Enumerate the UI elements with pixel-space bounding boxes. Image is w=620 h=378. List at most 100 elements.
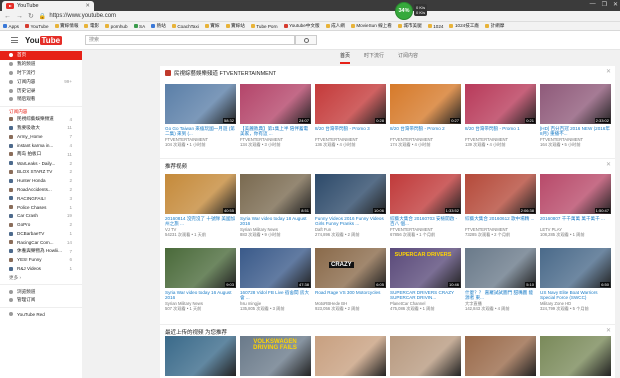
video-card[interactable]: 10:46 SUPERCAR DRIVERS SUPERCAR DRIVERS CR… xyxy=(390,248,461,311)
video-card[interactable]: 10:06 Funny Videos 2016 Funny Videos Girl… xyxy=(315,174,386,237)
video-thumbnail[interactable]: 6:05 CRAZY xyxy=(315,248,386,288)
search-input[interactable]: 搜索 xyxy=(85,35,295,45)
video-title[interactable]: Funny Videos 2016 Funny Videos Girls Fun… xyxy=(315,216,386,227)
bookmark-item[interactable]: 電影 xyxy=(84,23,99,29)
dismiss-section-icon[interactable]: ✕ xyxy=(606,161,611,168)
video-card[interactable]: 58:32 Go Go Taiwan 來瘋玩國一月遊 (第二集) 來到 (... F… xyxy=(165,84,236,147)
back-icon[interactable]: ← xyxy=(4,13,11,20)
url-field[interactable]: 🔒 https://www.youtube.com xyxy=(39,12,439,20)
youtube-red-item[interactable]: YouTube Red xyxy=(0,310,82,319)
video-thumbnail[interactable]: 9:03 xyxy=(165,248,236,288)
subscription-item[interactable]: RACINGFAIL! 3 xyxy=(0,194,82,203)
sidebar-item[interactable]: 我的频道 xyxy=(0,60,82,69)
video-title[interactable]: 160728 Vidol FB Live 宿舍間 房大會 ... xyxy=(240,290,311,301)
close-window-button[interactable]: ✕ xyxy=(613,1,618,8)
sidebar-item[interactable]: 首页 xyxy=(0,51,82,60)
sidebar-more-link[interactable]: 更多 › xyxy=(0,273,82,282)
bookmark-item[interactable]: SA xyxy=(133,24,145,29)
video-card[interactable]: 1:33:52 綜藝大集合 20160703 安檢開啟 - 百八 個... FTVE… xyxy=(390,174,461,237)
video-title[interactable]: US Navy Elite Boat Warriors Special Forc… xyxy=(540,290,611,301)
forward-icon[interactable]: → xyxy=(16,13,23,20)
subscription-item[interactable]: DCBarbaeTV 1 xyxy=(0,229,82,238)
video-title[interactable]: 【美麗教典】第1集上半 陪伴蓄電美家，你有這 ... xyxy=(240,126,311,137)
video-thumbnail[interactable]: 6:50 xyxy=(540,248,611,288)
video-thumbnail[interactable] xyxy=(465,336,536,376)
video-title[interactable]: 20160807 千千萬萬 萬千萬千 ... xyxy=(540,216,611,227)
video-thumbnail[interactable]: 0:27 xyxy=(390,84,461,124)
feed-tab[interactable]: 订阅内容 xyxy=(398,52,418,64)
video-title[interactable]: 綜藝大集合 20160703 安檢開啟 - 百八 個... xyxy=(390,216,461,227)
subscription-item[interactable]: 休養與樂物為 Howlii... 7 xyxy=(0,247,82,256)
bookmark-item[interactable]: 實嫁 xyxy=(204,23,220,29)
video-card[interactable]: 0:28 8/20 台灣带閃狼 - Promo 3 FTVENTERTAINMENT… xyxy=(315,84,386,147)
menu-icon[interactable] xyxy=(11,37,18,43)
video-thumbnail[interactable]: 0:28 xyxy=(315,84,386,124)
video-card[interactable]: 0:27 8/20 台灣带閃狼 - Promo 2 FTVENTERTAINMENT… xyxy=(390,84,461,147)
sidebar-item[interactable]: 时下流行 xyxy=(0,69,82,78)
subscription-item[interactable]: WarLeaks - Daily... 2 xyxy=(0,159,82,168)
video-thumbnail[interactable]: 8:51 xyxy=(240,174,311,214)
subscription-item[interactable]: Car Crash 19 xyxy=(0,212,82,221)
video-title[interactable]: 20160814 沒完沒了 十號隊 美國加州之旅 ... xyxy=(165,216,236,227)
video-title[interactable]: Road Rage VS 300 Motorcycles xyxy=(315,290,386,301)
video-thumbnail[interactable]: 58:32 xyxy=(165,84,236,124)
video-card[interactable]: 0:21 8/20 台灣带閃狼 - Promo 1 FTVENTERTAINMENT… xyxy=(465,84,536,147)
video-card[interactable]: 6:05 CRAZY Road Rage VS 300 Motorcycles Mot… xyxy=(315,248,386,311)
video-thumbnail[interactable]: 10:46 SUPERCAR DRIVERS xyxy=(390,248,461,288)
feed-tab[interactable]: 首页 xyxy=(340,52,351,64)
subscription-item[interactable]: 民視綜藝娛樂頻道 4 xyxy=(0,115,82,124)
sidebar-item[interactable]: 管理订阅 xyxy=(0,296,82,305)
browser-tab[interactable]: YouTube ✕ xyxy=(2,1,94,11)
video-card[interactable]: VOLKSWAGEN DRIVING FAILS xyxy=(240,336,311,376)
video-thumbnail[interactable]: 2:06:38 xyxy=(465,174,536,214)
bookmark-item[interactable]: YouTube xyxy=(24,24,49,29)
bookmark-item[interactable]: 熱站 xyxy=(151,23,166,29)
video-thumbnail[interactable]: 5:10 xyxy=(465,248,536,288)
video-card[interactable] xyxy=(540,336,611,376)
subscription-item[interactable]: GoPro 2 xyxy=(0,220,82,229)
video-thumbnail[interactable]: 40:55 xyxy=(165,174,236,214)
subscription-item[interactable]: Hunter Honda 2 xyxy=(0,176,82,185)
video-thumbnail[interactable]: 1:33:52 xyxy=(390,174,461,214)
bookmark-item[interactable]: 1024 xyxy=(427,24,443,29)
bookmark-item[interactable]: 1024技工廠 xyxy=(449,23,479,29)
reload-icon[interactable]: ↻ xyxy=(28,12,34,20)
bookmark-item[interactable]: MovieSun 線上看 xyxy=(350,23,392,29)
subscription-item[interactable]: instant karma in... 4 xyxy=(0,141,82,150)
subscription-item[interactable]: Army_Home 7 xyxy=(0,132,82,141)
sidebar-item[interactable]: 历史记录 xyxy=(0,86,82,95)
video-thumbnail[interactable]: 24:07 xyxy=(240,84,311,124)
feed-tab[interactable]: 时下流行 xyxy=(364,52,384,64)
close-tab-icon[interactable]: ✕ xyxy=(85,3,90,9)
video-card[interactable]: 24:07 【美麗教典】第1集上半 陪伴蓄電美家，你有這 ... FTVENTERT… xyxy=(240,84,311,147)
sidebar-item[interactable]: 稍后观看 xyxy=(0,95,82,104)
dismiss-section-icon[interactable]: ✕ xyxy=(606,327,611,334)
bookmark-item[interactable]: Apps xyxy=(3,24,19,29)
bookmark-item[interactable]: 實嫁情報 xyxy=(54,23,78,29)
subscription-item[interactable]: RacingCar Com... 14 xyxy=(0,238,82,247)
video-thumbnail[interactable]: 0:21 xyxy=(465,84,536,124)
subscription-item[interactable]: 两岛 拍板口 11 xyxy=(0,150,82,159)
video-thumbnail[interactable]: 10:06 xyxy=(315,174,386,214)
video-card[interactable]: 6:50 US Navy Elite Boat Warriors Special … xyxy=(540,248,611,311)
video-thumbnail[interactable] xyxy=(390,336,461,376)
video-title[interactable]: 8/20 台灣带閃狼 - Promo 1 xyxy=(465,126,536,137)
video-card[interactable] xyxy=(165,336,236,376)
video-thumbnail[interactable]: 1:50:47 xyxy=(540,174,611,214)
bookmark-item[interactable]: 成人網 xyxy=(325,23,345,29)
video-title[interactable]: 8/20 台灣带閃狼 - Promo 2 xyxy=(390,126,461,137)
video-title[interactable]: 綜藝大集合 20160612 歌中場精 ... xyxy=(465,216,536,227)
minimize-button[interactable]: — xyxy=(590,1,596,8)
search-button[interactable] xyxy=(295,35,317,45)
youtube-logo[interactable]: You Tube xyxy=(25,35,62,45)
subscription-item[interactable]: 我要吸收大 11 xyxy=(0,124,82,133)
sidebar-item[interactable]: 浏览频道 xyxy=(0,287,82,296)
video-card[interactable]: 1:50:47 20160807 千千萬萬 萬千萬千 ... LETV PLAY 10… xyxy=(540,174,611,237)
video-title[interactable]: Go Go Taiwan 來瘋玩國一月遊 (第二集) 來到 (... xyxy=(165,126,236,137)
maximize-button[interactable]: ❐ xyxy=(602,1,607,8)
video-title[interactable]: [HD] 百分百冠 2016 NEW (2016年8月) 重播不... xyxy=(540,126,611,137)
video-card[interactable]: 2:06:38 綜藝大集合 20160612 歌中場精 ... FTVENTERTA… xyxy=(465,174,536,237)
subscription-item[interactable]: RoadAccidents... 2 xyxy=(0,185,82,194)
video-thumbnail[interactable] xyxy=(165,336,236,376)
video-thumbnail[interactable] xyxy=(540,336,611,376)
